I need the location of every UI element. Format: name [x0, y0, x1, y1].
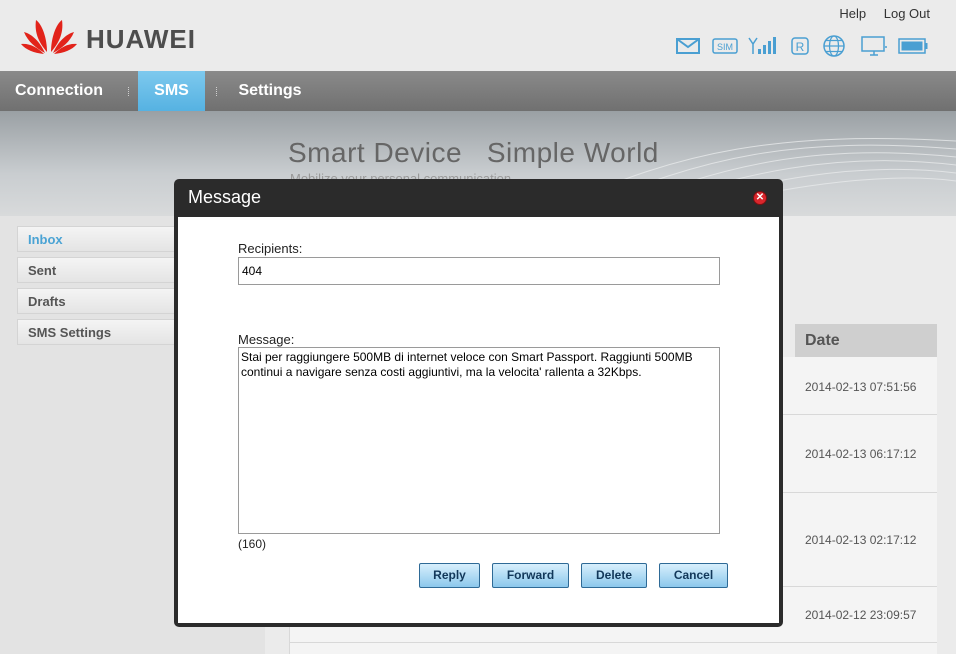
character-count: (160)	[238, 537, 267, 551]
brand-name: HUAWEI	[86, 24, 196, 54]
nav-settings[interactable]: Settings	[226, 71, 314, 111]
top-links: Help Log Out	[825, 6, 930, 21]
header: HUAWEI Help Log Out SIM R	[0, 0, 956, 71]
forward-button[interactable]: Forward	[492, 563, 569, 588]
battery-icon	[898, 38, 928, 54]
reply-button[interactable]: Reply	[419, 563, 480, 588]
delete-button[interactable]: Delete	[581, 563, 647, 588]
recipients-input[interactable]	[238, 257, 720, 285]
cancel-button[interactable]: Cancel	[659, 563, 728, 588]
roaming-label: R	[796, 40, 805, 54]
dialog-body: Recipients: Message: Stai per raggiunger…	[178, 217, 779, 623]
nav-connection[interactable]: Connection	[0, 71, 118, 111]
sim-icon: SIM	[712, 38, 738, 54]
huawei-logo-icon	[21, 20, 77, 54]
table-row-date[interactable]: 2014-02-13 07:51:56	[805, 380, 916, 394]
sidebar-item-drafts[interactable]: Drafts	[17, 288, 197, 314]
date-column-header[interactable]: Date	[795, 324, 937, 357]
main-nav: Connection SMS Settings	[0, 71, 956, 111]
message-dialog: Message ✕ Recipients: Message: Stai per …	[174, 179, 783, 627]
computer-icon	[861, 36, 887, 56]
close-icon[interactable]: ✕	[753, 191, 767, 205]
message-textarea[interactable]: Stai per raggiungere 500MB di internet v…	[238, 347, 720, 534]
sidebar-item-sent[interactable]: Sent	[17, 257, 197, 283]
sidebar-item-sms-settings[interactable]: SMS Settings	[17, 319, 197, 345]
nav-separator	[216, 87, 217, 96]
message-label: Message:	[238, 332, 295, 347]
banner-title: Smart Device Simple World	[288, 137, 659, 168]
mail-icon[interactable]	[676, 35, 700, 57]
recipients-label: Recipients:	[238, 241, 303, 256]
logout-link[interactable]: Log Out	[884, 6, 930, 21]
sidebar-item-inbox[interactable]: Inbox	[17, 226, 197, 252]
roaming-icon: R	[791, 37, 809, 55]
sim-label: SIM	[717, 42, 733, 52]
table-row-date[interactable]: 2014-02-13 02:17:12	[805, 533, 916, 547]
dialog-title: Message	[188, 187, 262, 207]
nav-sms[interactable]: SMS	[138, 71, 205, 111]
help-link[interactable]: Help	[839, 6, 866, 21]
nav-separator	[128, 87, 129, 96]
signal-icon	[748, 37, 776, 54]
table-row-date[interactable]: 2014-02-13 06:17:12	[805, 447, 916, 461]
row-divider	[289, 642, 937, 643]
table-row-date[interactable]: 2014-02-12 23:09:57	[805, 608, 916, 622]
globe-icon	[823, 35, 845, 57]
